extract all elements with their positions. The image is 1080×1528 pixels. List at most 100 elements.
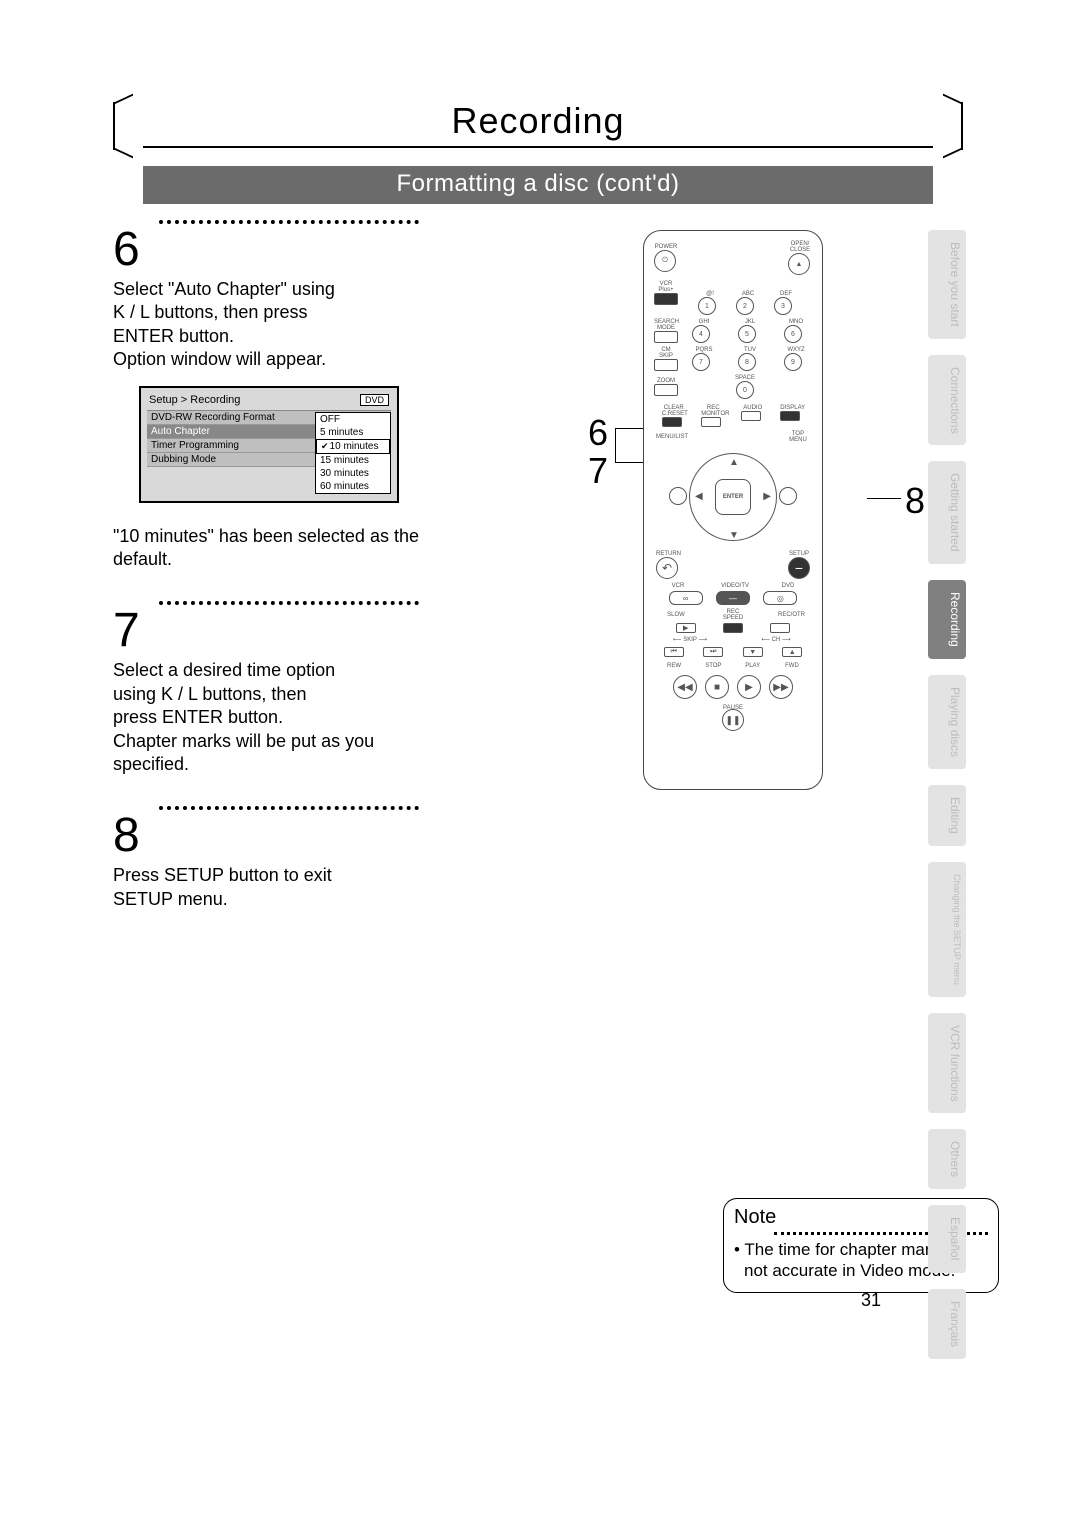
videotv-label: VIDEO/TV xyxy=(721,583,745,589)
power-button: ⏻ xyxy=(654,250,676,272)
digit-button: 7 xyxy=(692,353,710,371)
step-number: 8 xyxy=(113,812,433,860)
clear-button xyxy=(662,417,682,427)
digit-button: 3 xyxy=(774,297,792,315)
audio-label: AUDIO xyxy=(741,405,765,411)
topmenu-button xyxy=(779,487,797,505)
divider-dots xyxy=(159,806,419,810)
vcrplus-button xyxy=(654,293,678,305)
section-tabs: Before you start Connections Getting sta… xyxy=(928,230,966,1359)
arrow-down-icon: ▼ xyxy=(729,530,739,541)
osd-option: 15 minutes xyxy=(316,454,390,467)
clear-label: CLEAR C.RESET xyxy=(662,405,686,417)
digit-button: 2 xyxy=(736,297,754,315)
osd-option: 30 minutes xyxy=(316,467,390,480)
line: specified. xyxy=(113,754,189,774)
fwd-button: ▶▶ xyxy=(769,675,793,699)
osd-option: 5 minutes xyxy=(316,426,390,439)
line: Press SETUP button to exit xyxy=(113,865,332,885)
osd-breadcrumb: Setup > Recording xyxy=(149,394,240,406)
dpad: ▲ ▼ ◀ ▶ ENTER xyxy=(673,449,793,549)
ch-label: ⟵ CH ⟶ xyxy=(746,637,806,643)
bracket-left-icon xyxy=(113,102,143,150)
osd-options-popup: OFF 5 minutes 10 minutes 15 minutes 30 m… xyxy=(315,412,391,494)
cmskip-label: CM SKIP xyxy=(654,347,678,359)
recmon-label: REC MONITOR xyxy=(701,405,725,417)
key-letters: ABC xyxy=(736,291,760,297)
digit-button: 9 xyxy=(784,353,802,371)
setup-label: SETUP xyxy=(788,551,810,557)
arrow-left-icon: ◀ xyxy=(695,491,703,502)
stop-button: ■ xyxy=(705,675,729,699)
digit-button: 5 xyxy=(738,325,756,343)
callout-line xyxy=(615,428,616,462)
key-letters: PQRS xyxy=(692,347,716,353)
line: K / L buttons, then press xyxy=(113,302,307,322)
ch-down-button: ▼ xyxy=(743,647,763,657)
setup-button xyxy=(788,557,810,579)
default-note: "10 minutes" has been selected as the de… xyxy=(113,525,433,572)
tab-connections: Connections xyxy=(928,355,966,446)
recotr-button xyxy=(770,623,790,633)
line: Select "Auto Chapter" using xyxy=(113,279,335,299)
key-letters: JKL xyxy=(738,319,762,325)
step-number: 7 xyxy=(113,607,433,655)
tab-getting-started: Getting started xyxy=(928,461,966,564)
callout-line xyxy=(867,498,901,499)
fwd-label: FWD xyxy=(780,663,804,669)
osd-dvd-badge: DVD xyxy=(360,394,389,406)
zoom-label: ZOOM xyxy=(654,378,678,384)
step-text: Press SETUP button to exit SETUP menu. xyxy=(113,864,433,911)
line: using K / L buttons, then xyxy=(113,684,306,704)
title-underline xyxy=(143,146,933,148)
digit-button: 4 xyxy=(692,325,710,343)
vcr-label: VCR xyxy=(666,583,690,589)
recspeed-button xyxy=(723,623,743,633)
tab-vcr-functions: VCR functions xyxy=(928,1013,966,1114)
pause-button: ❚❚ xyxy=(722,709,744,731)
slow-button: ▶ xyxy=(676,623,696,633)
divider-dots xyxy=(159,601,419,605)
tab-changing-setup: Changing the SETUP menu xyxy=(928,862,966,997)
search-button xyxy=(654,331,678,343)
topmenu-label: TOP MENU xyxy=(786,431,810,443)
step-number: 6 xyxy=(113,226,433,274)
osd-setup-panel: Setup > Recording DVD DVD-RW Recording F… xyxy=(139,386,399,503)
stop-label: STOP xyxy=(701,663,725,669)
recotr-label: REC/OTR xyxy=(778,612,802,618)
digit-button: 1 xyxy=(698,297,716,315)
line: Select a desired time option xyxy=(113,660,335,680)
callout-num: 7 xyxy=(588,453,608,489)
bracket-right-icon xyxy=(933,102,963,150)
tab-playing-discs: Playing discs xyxy=(928,675,966,769)
key-letters: MNO xyxy=(784,319,808,325)
key-letters: TUV xyxy=(738,347,762,353)
line: Option window will appear. xyxy=(113,349,326,369)
skip-next-button: ⏭ xyxy=(703,647,723,657)
open-close-label: OPEN/ CLOSE xyxy=(788,241,812,253)
vcr-select-button: ∞ xyxy=(669,591,703,605)
menulist-button xyxy=(669,487,687,505)
dvd-select-button: ◎ xyxy=(763,591,797,605)
space-label: SPACE xyxy=(678,375,812,381)
step-8: 8 Press SETUP button to exit SETUP menu. xyxy=(113,806,433,911)
open-close-button: ▲ xyxy=(788,253,810,275)
line: ENTER button. xyxy=(113,326,234,346)
callout-right: 8 xyxy=(905,480,925,522)
step-text: Select "Auto Chapter" using K / L button… xyxy=(113,278,433,372)
page-subtitle: Formatting a disc (cont'd) xyxy=(143,166,933,204)
rew-button: ◀◀ xyxy=(673,675,697,699)
divider-dots xyxy=(159,220,419,224)
zoom-button xyxy=(654,384,678,396)
callout-left: 6 7 xyxy=(588,415,608,491)
osd-option: OFF xyxy=(316,413,390,426)
tab-recording: Recording xyxy=(928,580,966,659)
step-7: 7 Select a desired time option using K /… xyxy=(113,601,433,776)
digit-button: 0 xyxy=(736,381,754,399)
rew-label: REW xyxy=(662,663,686,669)
tab-before-you-start: Before you start xyxy=(928,230,966,339)
key-letters: WXYZ xyxy=(784,347,808,353)
power-label: POWER xyxy=(654,244,678,250)
tab-others: Others xyxy=(928,1129,966,1189)
pause-label: PAUSE xyxy=(654,705,812,711)
